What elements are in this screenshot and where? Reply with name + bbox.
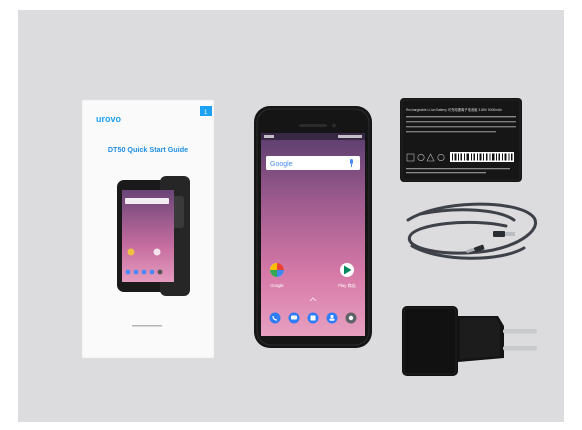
play-store-icon <box>340 263 354 277</box>
messages-icon[interactable] <box>288 312 300 324</box>
earpiece <box>299 124 327 127</box>
guide-title: DT50 Quick Start Guide <box>108 145 188 154</box>
guide-device-photo <box>117 176 190 296</box>
camera-icon[interactable] <box>345 312 357 324</box>
guide-footer-text <box>132 325 162 327</box>
calendar-icon[interactable] <box>307 312 319 324</box>
quick-start-guide-booklet: urovo 1 DT50 Quick Start Guide <box>81 99 215 359</box>
front-camera <box>332 123 336 128</box>
google-search-label: Google <box>270 161 293 168</box>
barcode <box>450 152 514 162</box>
photos-pinwheel-icon <box>270 263 284 277</box>
phone-icon[interactable] <box>269 312 281 324</box>
plug-pin <box>503 329 537 334</box>
product-photo-scene: urovo 1 DT50 Quick Start Guide Google Go… <box>18 10 564 422</box>
app-label-google: Google <box>270 283 284 288</box>
guide-brand-logo: urovo <box>96 114 122 124</box>
plug-pin <box>503 346 537 351</box>
contacts-icon[interactable] <box>326 312 338 324</box>
battery-label-heading: Rechargeable Li-ion Battery 可充电锂离子电池组 3.… <box>406 107 502 112</box>
dt50-handheld-device: Google Google Play 商店 <box>254 106 372 348</box>
battery-pack: Rechargeable Li-ion Battery 可充电锂离子电池组 3.… <box>400 98 522 182</box>
app-label-play-store: Play 商店 <box>338 282 356 289</box>
